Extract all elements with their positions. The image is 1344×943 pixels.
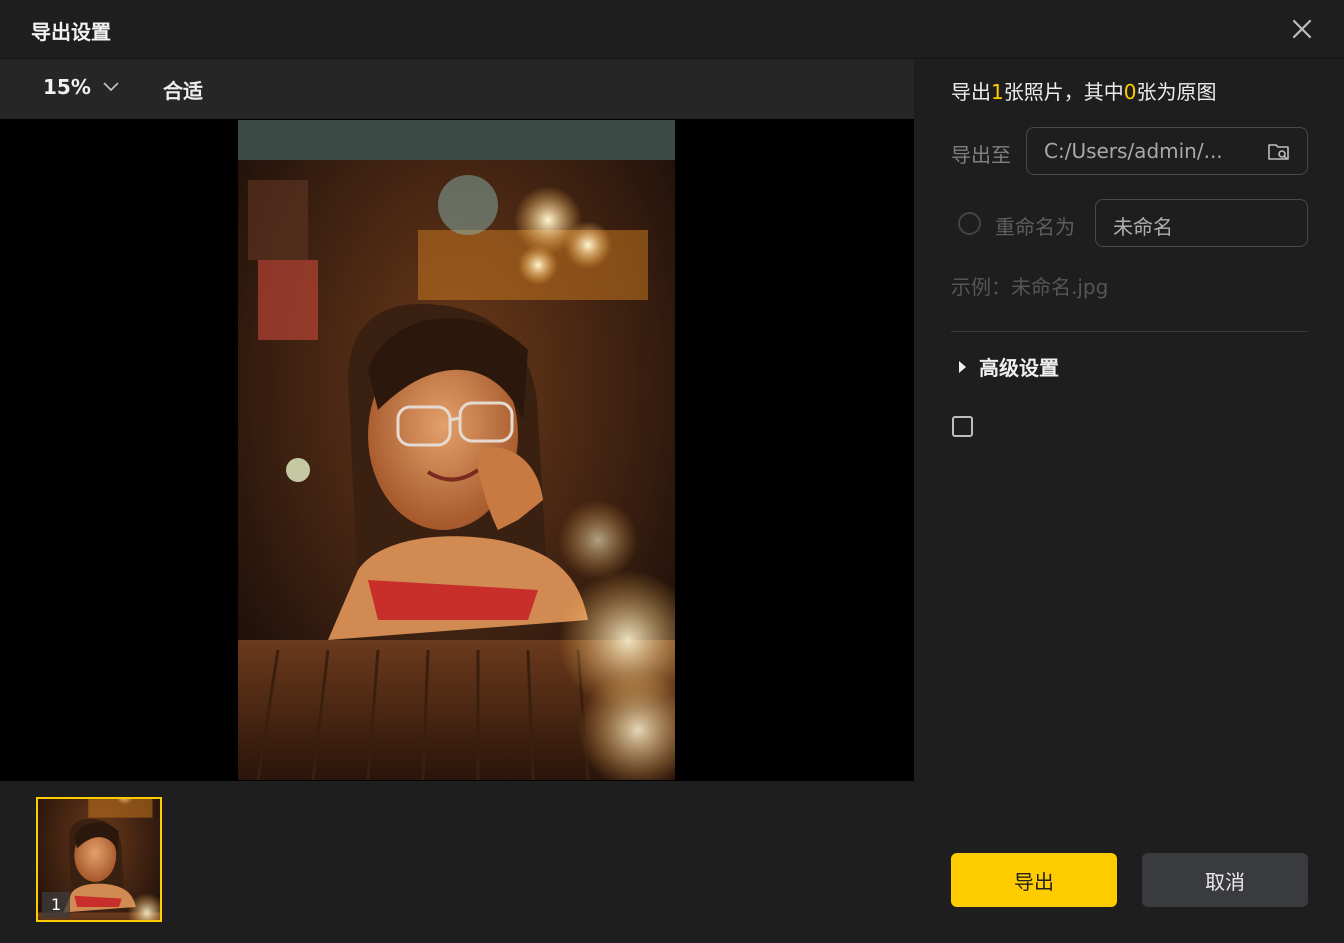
zoom-dropdown[interactable]: 15% bbox=[43, 75, 119, 99]
close-icon[interactable] bbox=[1288, 15, 1316, 43]
advanced-settings-label: 高级设置 bbox=[979, 356, 1059, 380]
export-summary: 导出1张照片，其中0张为原图 bbox=[951, 76, 1216, 105]
rename-radio[interactable] bbox=[958, 212, 981, 235]
advanced-settings-toggle[interactable]: 高级设置 bbox=[957, 352, 1059, 381]
photo-count: 1 bbox=[991, 80, 1004, 104]
thumbnail-item[interactable]: 1 bbox=[36, 797, 162, 922]
caret-right-icon bbox=[959, 360, 966, 373]
chevron-down-icon bbox=[103, 82, 119, 92]
export-path-value: C:/Users/admin/... bbox=[1044, 139, 1223, 163]
thumbnail-strip: 1 bbox=[0, 781, 914, 943]
fit-button[interactable]: 合适 bbox=[163, 75, 203, 104]
rename-label: 重命名为 bbox=[995, 215, 1075, 239]
filename-example: 示例：未命名.jpg bbox=[951, 275, 1109, 299]
preview-panel: 15% 合适 1 bbox=[0, 59, 914, 943]
rename-input[interactable]: 未命名 bbox=[1095, 199, 1308, 247]
settings-panel: 导出1张照片，其中0张为原图 导出至 C:/Users/admin/... 重命… bbox=[915, 59, 1344, 943]
export-path-field[interactable]: C:/Users/admin/... bbox=[1026, 127, 1308, 175]
summary-middle: 张照片，其中 bbox=[1003, 80, 1124, 104]
export-to-label: 导出至 bbox=[951, 143, 1011, 167]
folder-search-icon[interactable] bbox=[1267, 140, 1291, 164]
summary-prefix: 导出 bbox=[951, 80, 991, 104]
preview-toolbar: 15% 合适 bbox=[0, 59, 914, 119]
preview-photo bbox=[238, 120, 675, 780]
summary-suffix: 张为原图 bbox=[1136, 80, 1217, 104]
divider bbox=[951, 331, 1308, 332]
cancel-button[interactable]: 取消 bbox=[1142, 853, 1308, 907]
original-count: 0 bbox=[1123, 80, 1137, 104]
dialog-title: 导出设置 bbox=[31, 20, 111, 44]
image-preview bbox=[0, 119, 914, 781]
title-bar: 导出设置 bbox=[0, 0, 1344, 59]
export-button[interactable]: 导出 bbox=[951, 853, 1117, 907]
zoom-value: 15% bbox=[43, 75, 91, 99]
option-checkbox[interactable] bbox=[952, 416, 973, 437]
rename-value: 未命名 bbox=[1113, 215, 1173, 239]
thumbnail-index: 1 bbox=[42, 892, 70, 918]
